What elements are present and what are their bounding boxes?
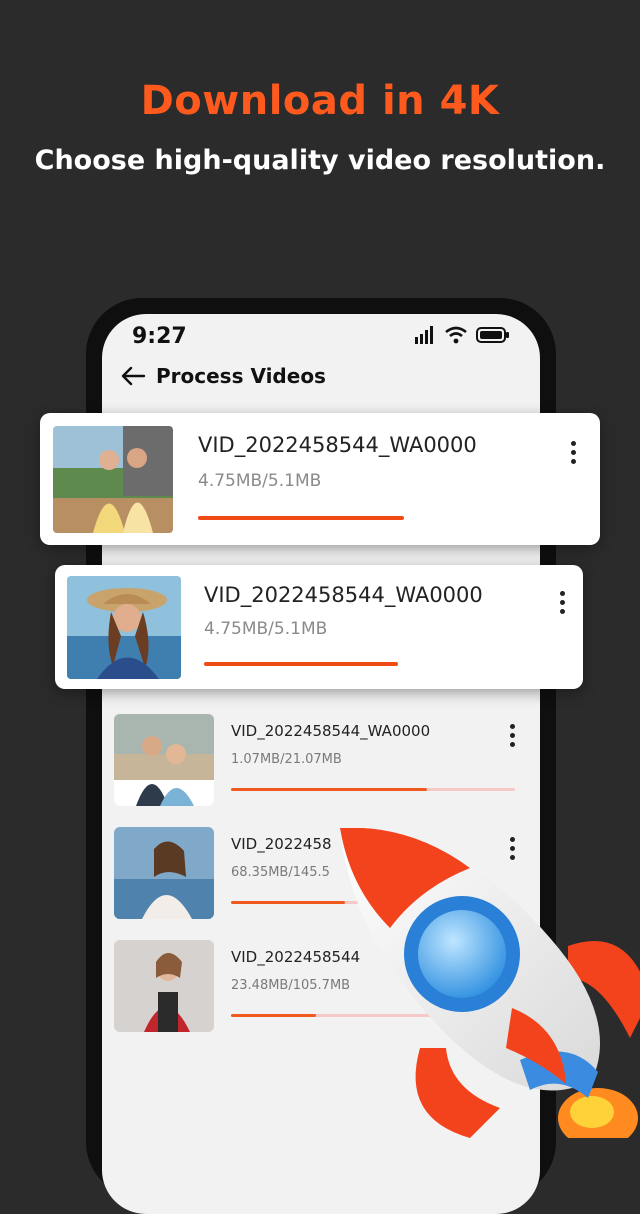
video-thumbnail	[67, 576, 181, 679]
progress-bar	[231, 788, 515, 791]
video-size: 1.07MB/21.07MB	[231, 752, 342, 767]
battery-icon	[476, 327, 509, 343]
more-options-icon[interactable]	[502, 724, 522, 750]
video-size: 68.35MB/145.5	[231, 865, 330, 880]
page-title: Process Videos	[156, 364, 326, 388]
promo-subline: Choose high-quality video resolution.	[34, 145, 606, 176]
app-bar: Process Videos	[120, 364, 326, 388]
progress-bar	[204, 662, 398, 666]
video-thumbnail	[114, 714, 214, 806]
arrow-left-icon[interactable]	[120, 365, 146, 387]
rocket-illustration	[340, 828, 640, 1138]
progress-bar	[198, 516, 404, 520]
video-name: VID_2022458544_WA0000	[231, 722, 431, 740]
video-name: VID_2022458544_WA0000	[198, 433, 477, 457]
signal-icon	[415, 326, 433, 344]
video-thumbnail	[114, 940, 214, 1032]
video-size: 4.75MB/5.1MB	[198, 471, 322, 491]
more-options-icon[interactable]	[552, 591, 572, 621]
video-thumbnail	[53, 426, 173, 533]
featured-video-card[interactable]: VID_2022458544_WA0000 4.75MB/5.1MB	[40, 413, 600, 545]
video-name: VID_2022458	[231, 835, 332, 853]
list-item[interactable]: VID_2022458544_WA0000 1.07MB/21.07MB	[114, 714, 524, 808]
status-icons	[414, 326, 510, 344]
video-size: 4.75MB/5.1MB	[204, 619, 328, 639]
featured-video-card[interactable]: VID_2022458544_WA0000 4.75MB/5.1MB	[55, 565, 583, 689]
promo-headline: Download in 4K	[140, 78, 500, 124]
wifi-icon	[445, 326, 467, 344]
video-name: VID_2022458544_WA0000	[204, 583, 483, 607]
more-options-icon[interactable]	[563, 441, 583, 471]
status-time: 9:27	[132, 324, 187, 349]
video-thumbnail	[114, 827, 214, 919]
